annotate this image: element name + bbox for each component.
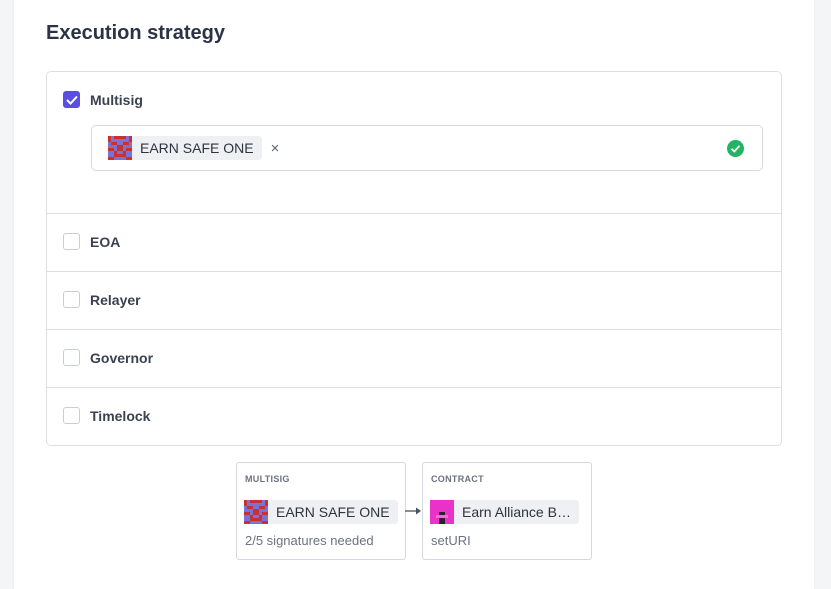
option-label: Timelock — [90, 407, 151, 424]
selected-safe-chip: EARN SAFE ONE — [108, 136, 262, 160]
safe-avatar-icon — [108, 136, 132, 160]
success-check-icon — [727, 140, 744, 157]
flow-source-card: MULTISIG EARN SAFE ONE 2/5 signatures ne… — [236, 462, 406, 560]
option-governor: Governor — [47, 330, 781, 388]
option-eoa: EOA — [47, 214, 781, 272]
eoa-checkbox[interactable] — [63, 233, 80, 250]
arrow-right-icon — [405, 507, 421, 515]
flow-source-chip: EARN SAFE ONE — [244, 500, 398, 524]
strategy-options: Multisig EARN SAFE ONE × EOA Relayer Gov… — [46, 71, 782, 446]
option-label: Relayer — [90, 291, 141, 308]
check-icon — [65, 95, 78, 105]
governor-checkbox[interactable] — [63, 349, 80, 366]
flow-source-type: MULTISIG — [245, 474, 290, 484]
safe-avatar-icon — [244, 500, 268, 524]
option-multisig-toggle[interactable]: Multisig — [63, 91, 143, 108]
relayer-checkbox[interactable] — [63, 291, 80, 308]
execution-strategy-card: Execution strategy Multisig EARN SAFE ON… — [14, 0, 814, 589]
option-relayer-toggle[interactable]: Relayer — [63, 291, 141, 308]
flow-target-name: Earn Alliance B… — [462, 504, 571, 520]
selected-safe-name: EARN SAFE ONE — [140, 140, 254, 156]
flow-target-type: CONTRACT — [431, 474, 484, 484]
multisig-checkbox[interactable] — [63, 91, 80, 108]
timelock-checkbox[interactable] — [63, 407, 80, 424]
flow-source-name: EARN SAFE ONE — [276, 504, 390, 520]
option-label: Multisig — [90, 91, 143, 108]
flow-source-subtitle: 2/5 signatures needed — [245, 533, 374, 548]
contract-avatar-icon — [430, 500, 454, 524]
option-eoa-toggle[interactable]: EOA — [63, 233, 120, 250]
section-title: Execution strategy — [46, 22, 225, 44]
flow-target-subtitle: setURI — [431, 533, 471, 548]
close-icon[interactable]: × — [271, 140, 280, 157]
flow-target-card: CONTRACT Earn Alliance B… setURI — [422, 462, 592, 560]
flow-target-chip: Earn Alliance B… — [430, 500, 579, 524]
option-relayer: Relayer — [47, 272, 781, 330]
option-timelock: Timelock — [47, 388, 781, 445]
multisig-select[interactable]: EARN SAFE ONE × — [91, 125, 763, 171]
option-label: EOA — [90, 233, 121, 250]
option-timelock-toggle[interactable]: Timelock — [63, 407, 150, 424]
option-label: Governor — [90, 349, 154, 366]
option-multisig: Multisig EARN SAFE ONE × — [47, 72, 781, 214]
option-governor-toggle[interactable]: Governor — [63, 349, 153, 366]
